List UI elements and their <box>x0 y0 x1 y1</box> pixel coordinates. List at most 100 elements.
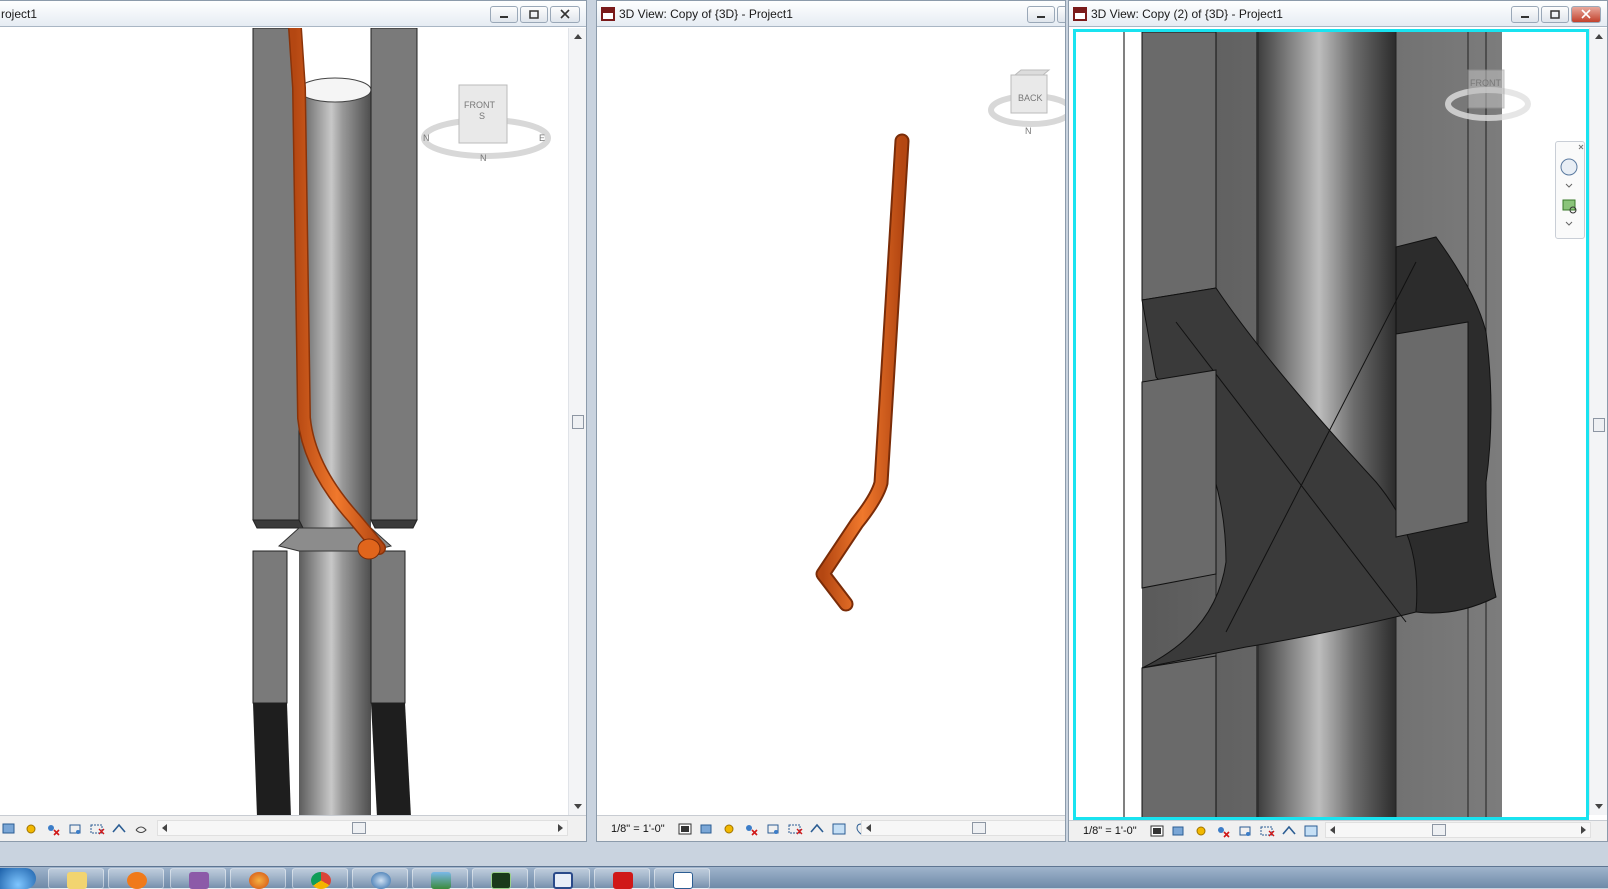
steering-wheel-icon[interactable] <box>1560 158 1578 176</box>
hscroll-thumb[interactable] <box>972 822 986 834</box>
compass-n-label: N <box>480 153 487 163</box>
nav-close-icon[interactable] <box>1578 144 1584 150</box>
media-player-icon[interactable] <box>108 868 164 889</box>
scroll-left-icon[interactable] <box>159 821 171 835</box>
view-window-middle[interactable]: 3D View: Copy of {3D} - Project1 BACK N … <box>596 0 1066 842</box>
reveal-hidden-icon[interactable] <box>133 822 149 836</box>
viewcube-face-label: FRONT <box>1470 78 1501 88</box>
horizontal-scrollbar-middle[interactable] <box>861 820 1065 836</box>
view-title-left: roject1 <box>1 6 38 21</box>
scroll-right-icon[interactable] <box>1577 823 1589 837</box>
scroll-up-icon[interactable] <box>1590 30 1608 44</box>
3d-viewport-middle[interactable]: BACK N <box>597 28 1065 815</box>
visual-style-icon[interactable] <box>1171 824 1187 838</box>
p-app-icon[interactable] <box>534 868 590 889</box>
visual-style-icon[interactable] <box>1 822 17 836</box>
vertical-scrollbar-right[interactable] <box>1589 28 1607 815</box>
revit-icon[interactable] <box>170 868 226 889</box>
chrome-icon[interactable] <box>292 868 348 889</box>
firefox-icon[interactable] <box>230 868 286 889</box>
vertical-scrollbar-left[interactable] <box>568 28 586 815</box>
navigation-bar <box>1555 141 1585 239</box>
show-crop-icon[interactable] <box>1259 824 1275 838</box>
compass-s-label: S <box>479 111 485 121</box>
compass-e-label: E <box>539 133 545 143</box>
temp-hide-icon[interactable] <box>111 822 127 836</box>
minimize-button[interactable] <box>1027 6 1055 23</box>
shadows-icon[interactable] <box>743 822 759 836</box>
temp-hide-icon[interactable] <box>809 822 825 836</box>
sun-path-icon[interactable] <box>1193 824 1209 838</box>
view-window-right[interactable]: 3D View: Copy (2) of {3D} - Project1 FRO… <box>1068 0 1608 842</box>
viewcube-face-label: FRONT <box>464 100 495 110</box>
viewcube-left[interactable]: FRONT S N E N <box>421 84 551 163</box>
scroll-down-icon[interactable] <box>569 799 587 813</box>
hscroll-thumb[interactable] <box>1432 824 1446 836</box>
crop-view-icon[interactable] <box>67 822 83 836</box>
shadows-icon[interactable] <box>45 822 61 836</box>
model-drawing-middle: BACK N <box>815 69 1065 612</box>
view-window-left[interactable]: roject1 FRONT S N E N <box>0 0 587 842</box>
navigation-bar-icons <box>1560 144 1584 226</box>
scroll-thumb[interactable] <box>572 415 584 429</box>
sun-path-icon[interactable] <box>23 822 39 836</box>
photo-viewer-icon[interactable] <box>412 868 468 889</box>
view-scale-label[interactable]: 1/8" = 1'-0" <box>1083 825 1137 837</box>
scroll-left-icon[interactable] <box>1327 823 1339 837</box>
3d-viewport-left[interactable]: FRONT S N E N <box>0 28 586 815</box>
scroll-thumb[interactable] <box>1593 418 1605 432</box>
maximize-button[interactable] <box>520 6 548 23</box>
crop-view-icon[interactable] <box>765 822 781 836</box>
view-title-middle: 3D View: Copy of {3D} - Project1 <box>619 6 793 21</box>
close-button[interactable] <box>550 6 580 23</box>
model-drawing-left: FRONT S N E N <box>252 28 551 815</box>
detail-level-icon[interactable] <box>1149 824 1165 838</box>
viewcube-face-label: BACK <box>1018 93 1043 103</box>
restore-icon <box>1058 7 1066 22</box>
close-icon <box>1581 9 1591 19</box>
acrobat-icon[interactable] <box>594 868 650 889</box>
scroll-up-icon[interactable] <box>569 30 587 44</box>
minimize-icon <box>1521 16 1529 18</box>
minimize-button[interactable] <box>490 6 518 23</box>
detail-level-icon[interactable] <box>677 822 693 836</box>
view-titlebar-middle[interactable]: 3D View: Copy of {3D} - Project1 <box>597 1 1065 27</box>
close-icon <box>560 9 570 19</box>
compass-n-label: N <box>1025 126 1032 136</box>
show-crop-icon[interactable] <box>89 822 105 836</box>
revit-document-icon <box>1073 6 1087 21</box>
scroll-left-icon[interactable] <box>863 821 875 835</box>
windows-explorer-icon[interactable] <box>48 868 104 889</box>
itunes-icon[interactable] <box>352 868 408 889</box>
horizontal-scrollbar-right[interactable] <box>1325 822 1591 838</box>
sun-path-icon[interactable] <box>721 822 737 836</box>
horizontal-scrollbar-left[interactable] <box>157 820 568 836</box>
model-drawing-right: FRONT <box>1123 32 1531 817</box>
3d-viewport-right[interactable]: FRONT <box>1073 29 1589 820</box>
hscroll-thumb[interactable] <box>352 822 366 834</box>
restore-icon <box>529 10 539 19</box>
monitor-icon[interactable] <box>472 868 528 889</box>
compass-w-label: N <box>423 133 430 143</box>
viewcube-middle[interactable]: BACK N <box>988 69 1065 136</box>
show-crop-icon[interactable] <box>787 822 803 836</box>
shadows-icon[interactable] <box>1215 824 1231 838</box>
scroll-right-icon[interactable] <box>554 821 566 835</box>
temp-hide-icon[interactable] <box>1281 824 1297 838</box>
render-icon[interactable] <box>1303 824 1319 838</box>
view-titlebar-left[interactable]: roject1 <box>0 1 586 27</box>
render-icon[interactable] <box>831 822 847 836</box>
zoom-region-icon[interactable] <box>1562 199 1576 211</box>
windows-taskbar <box>0 866 1608 889</box>
crop-view-icon[interactable] <box>1237 824 1253 838</box>
start-orb-icon[interactable] <box>0 868 36 889</box>
maximize-button[interactable] <box>1541 6 1569 23</box>
view-titlebar-right[interactable]: 3D View: Copy (2) of {3D} - Project1 <box>1069 1 1607 27</box>
scroll-down-icon[interactable] <box>1590 799 1608 813</box>
maximize-button[interactable] <box>1057 6 1066 23</box>
close-button[interactable] <box>1571 6 1601 23</box>
text-editor-icon[interactable] <box>654 868 710 889</box>
visual-style-icon[interactable] <box>699 822 715 836</box>
view-scale-label[interactable]: 1/8" = 1'-0" <box>611 823 665 835</box>
minimize-button[interactable] <box>1511 6 1539 23</box>
